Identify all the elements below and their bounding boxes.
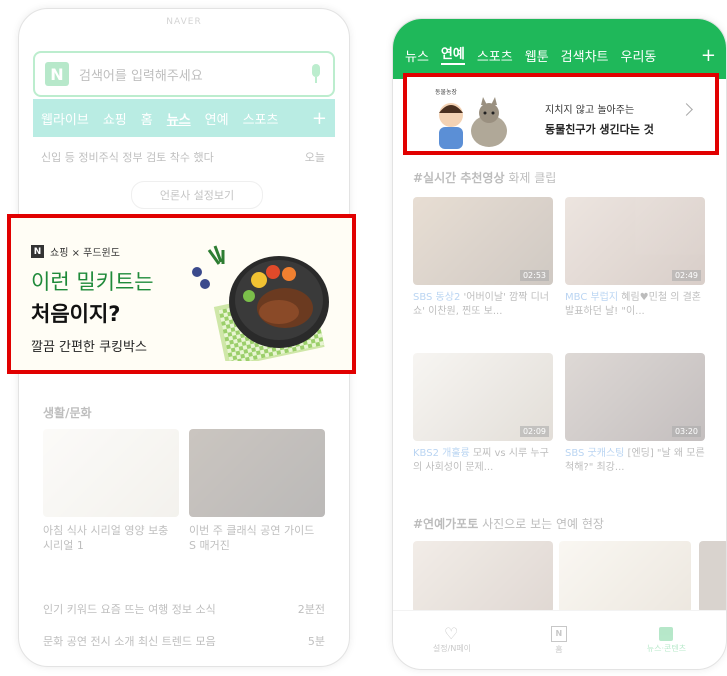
tile-caption[interactable]: 이번 주 클래식 공연 가이드 S 매거진 — [189, 523, 325, 553]
nav-settings[interactable]: 설정/N페이 — [433, 627, 471, 654]
section-header-rest: 사진으로 보는 연예 현장 — [482, 517, 604, 531]
video-duration: 02:49 — [671, 270, 701, 281]
headline-text: 신입 등 정비주식 정부 검토 착수 했다 — [41, 151, 214, 164]
ad-tag: 동물농장 — [435, 89, 458, 96]
list-item-meta: 5분 — [307, 635, 325, 648]
section-header-bold: #실시간 추천영상 — [413, 171, 505, 185]
nav-label: 뉴스·콘텐츠 — [646, 643, 687, 653]
ad-subtext: 깔끔 간편한 쿠킹박스 — [31, 340, 147, 355]
naver-box-icon: N — [550, 625, 567, 642]
list-item[interactable]: 문화 공연 전시 소개 최신 트렌드 모음 5분 — [43, 633, 325, 649]
right-tab-bar: 뉴스 연예 스포츠 웹툰 검색차트 우리동 + — [393, 19, 726, 79]
photo-thumbnail[interactable] — [699, 541, 726, 613]
cereal-thumbnail[interactable] — [43, 429, 179, 517]
tab-webtoon[interactable]: 웹툰 — [525, 46, 549, 65]
ad-subtext: 지치지 않고 놀아주는 — [545, 105, 635, 116]
video-duration: 02:09 — [519, 426, 549, 437]
nav-label: 홈 — [555, 644, 563, 654]
nav-label: 설정/N페이 — [432, 643, 472, 653]
video-caption[interactable]: MBC 부럽지 혜림♥민철 의 결혼 발표하던 날! "이... — [565, 291, 705, 319]
section-header-videos: #실시간 추천영상 화제 클립 — [413, 169, 556, 186]
bottom-navigation: 설정/N페이 N 홈 뉴스·콘텐츠 — [393, 610, 726, 669]
tile-caption[interactable]: 아침 식사 시리얼 영양 보충 시리얼 1 — [43, 523, 179, 553]
list-item-meta: 2분전 — [297, 603, 325, 616]
ad-headline: 동물친구가 생긴다는 것 — [545, 123, 654, 136]
tab-neighborhood[interactable]: 우리동 — [621, 46, 657, 65]
photo-thumbnail[interactable] — [559, 541, 691, 613]
tab-search-chart[interactable]: 검색차트 — [561, 46, 609, 65]
chevron-right-icon[interactable] — [680, 103, 693, 116]
ad-brand-label: 쇼핑 × 푸드윈도 — [50, 248, 120, 259]
search-bar[interactable]: N 검색어를 입력해주세요 — [33, 51, 335, 97]
search-input[interactable]: 검색어를 입력해주세요 — [79, 65, 309, 84]
tab-home[interactable]: 홈 — [141, 109, 153, 128]
photo-thumbnail[interactable] — [413, 541, 553, 613]
ad-brand: N 쇼핑 × 푸드윈도 — [31, 244, 120, 259]
steak-dish-image — [192, 245, 329, 361]
nav-news-contents[interactable]: 뉴스·콘텐츠 — [646, 626, 687, 654]
list-item[interactable]: 인기 키워드 요즘 뜨는 여행 정보 소식 2분전 — [43, 601, 325, 617]
tile-caption-title: 이번 주 클래식 공연 가이드 — [189, 524, 315, 537]
right-phone-screen: 뉴스 연예 스포츠 웹툰 검색차트 우리동 + #실시간 추천영상 화제 클립 … — [392, 18, 727, 670]
video-source: MBC 부럽지 — [565, 292, 619, 303]
nav-home[interactable]: N 홈 — [550, 625, 567, 655]
list-item-text: 인기 키워드 요즘 뜨는 여행 정보 소식 — [43, 603, 216, 616]
headline-source: 오늘 — [304, 151, 325, 164]
microphone-icon[interactable] — [309, 64, 323, 84]
video-caption[interactable]: SBS 굿캐스팅 [엔딩] "날 왜 모른척해?" 최강... — [565, 447, 705, 475]
animal-friend-banner-ad[interactable]: 동물농장 지치지 않고 놀아주는 동물친구가 생긴다는 것 — [403, 73, 719, 155]
tab-live[interactable]: 웹라이브 — [41, 109, 89, 128]
video-thumbnail[interactable]: 03:20 — [565, 353, 705, 441]
tab-entertainment[interactable]: 연예 — [205, 109, 229, 128]
video-caption[interactable]: SBS 동상2 '어버이날' 깜짝 디너쇼' 이찬원, 찐또 보... — [413, 291, 553, 319]
video-thumbnail[interactable]: 02:53 — [413, 197, 553, 285]
tab-sports[interactable]: 스포츠 — [243, 109, 279, 128]
news-contents-icon — [659, 626, 674, 641]
tab-news[interactable]: 뉴스 — [405, 46, 429, 65]
tab-entertainment[interactable]: 연예 — [440, 43, 465, 65]
child-and-cat-image — [439, 97, 507, 149]
video-thumbnail[interactable]: 02:09 — [413, 353, 553, 441]
headline-row[interactable]: 신입 등 정비주식 정부 검토 착수 했다 오늘 — [41, 149, 325, 167]
section-header-photos: #연예가포토 사진으로 보는 연예 현장 — [413, 515, 604, 532]
tab-news[interactable]: 뉴스 — [167, 109, 191, 128]
naver-mini-icon: N — [31, 245, 44, 258]
video-caption[interactable]: KBS2 개훌륭 모찌 vs 시루 누구의 사회성이 문제... — [413, 447, 553, 475]
video-duration: 02:53 — [519, 270, 549, 281]
left-tab-bar: 웹라이브 쇼핑 홈 뉴스 연예 스포츠 + — [33, 99, 335, 137]
video-source: KBS2 개훌륭 — [413, 448, 470, 459]
ad-headline-line2: 처음이지? — [31, 302, 121, 326]
video-thumbnail[interactable]: 02:49 — [565, 197, 705, 285]
mealkit-banner-ad[interactable]: N 쇼핑 × 푸드윈도 이런 밀키트는 처음이지? 깔끔 간편한 쿠킹박스 — [7, 214, 356, 374]
more-button[interactable]: 언론사 설정보기 — [131, 181, 263, 209]
video-duration: 03:20 — [671, 426, 701, 437]
heart-icon — [444, 627, 460, 641]
video-source: SBS 동상2 — [413, 292, 461, 303]
ad-headline-line1: 이런 밀키트는 — [31, 270, 154, 294]
list-item-text: 문화 공연 전시 소개 최신 트렌드 모음 — [43, 635, 216, 648]
tab-shopping[interactable]: 쇼핑 — [103, 109, 127, 128]
section-title-culture: 생활/문화 — [43, 406, 92, 420]
status-bar: NAVER — [166, 17, 202, 27]
add-tab-button[interactable]: + — [312, 108, 327, 129]
video-source: SBS 굿캐스팅 — [565, 448, 625, 459]
tab-sports[interactable]: 스포츠 — [477, 46, 513, 65]
concert-thumbnail[interactable] — [189, 429, 325, 517]
naver-logo-icon: N — [45, 62, 69, 86]
add-tab-button[interactable]: + — [701, 47, 716, 65]
tile-caption-source: S 매거진 — [189, 539, 230, 552]
tile-caption-title: 아침 식사 시리얼 영양 보충 — [43, 524, 169, 537]
tile-caption-source: 시리얼 1 — [43, 539, 84, 552]
section-header-rest: 화제 클립 — [508, 171, 557, 185]
section-header-bold: #연예가포토 — [413, 517, 479, 531]
